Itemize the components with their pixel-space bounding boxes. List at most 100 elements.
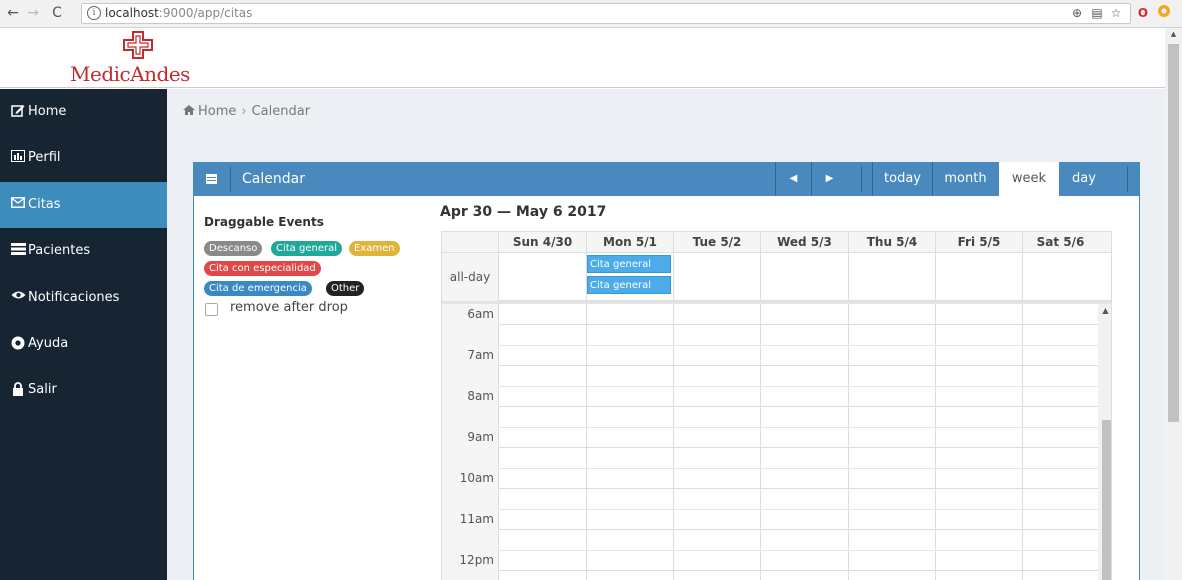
- info-icon[interactable]: i: [87, 6, 101, 20]
- grid-line: [498, 468, 1111, 469]
- eye-icon: [10, 290, 26, 304]
- brand-name[interactable]: MedicAndes: [70, 62, 190, 86]
- zoom-icon[interactable]: ⊕: [1068, 4, 1086, 22]
- breadcrumb-separator: ›: [241, 104, 247, 119]
- day-header[interactable]: Tue 5/2: [673, 232, 760, 253]
- bar-chart-icon: [10, 150, 26, 164]
- sidebar-item-home[interactable]: Home: [0, 89, 167, 135]
- draggable-event-cita-de-emergencia[interactable]: Cita de emergencia: [204, 281, 312, 296]
- draggable-event-cita-general[interactable]: Cita general: [271, 241, 342, 256]
- week-grid: Sun 4/30 Mon 5/1 Tue 5/2 Wed 5/3 Thu 5/4…: [441, 231, 1112, 580]
- day-button[interactable]: day: [1059, 162, 1109, 196]
- sidebar-label-perfil: Perfil: [28, 150, 61, 165]
- day-header[interactable]: Sat 5/6: [1022, 232, 1098, 253]
- calendar-panel-header: Calendar ◀ ▶ today month week day: [194, 162, 1139, 196]
- time-label: 8am: [467, 389, 494, 403]
- prev-button[interactable]: ◀: [775, 162, 811, 196]
- sidebar-item-salir[interactable]: Salir: [0, 367, 167, 413]
- week-button[interactable]: week: [999, 162, 1059, 196]
- main-content: Home › Calendar Calendar ◀ ▶ today month w…: [167, 89, 1165, 580]
- home-icon: [183, 104, 195, 119]
- sidebar-item-perfil[interactable]: Perfil: [0, 135, 167, 181]
- grid-line: [498, 488, 1111, 489]
- sidebar-item-citas[interactable]: Citas: [0, 182, 167, 228]
- grid-line: [498, 447, 1111, 448]
- all-day-label: all-day: [442, 253, 498, 301]
- translate-icon[interactable]: ▤: [1088, 4, 1106, 22]
- sidebar-label-salir: Salir: [28, 382, 57, 397]
- bookmark-star-icon[interactable]: ☆: [1107, 4, 1125, 22]
- reload-icon[interactable]: C: [48, 4, 66, 22]
- medical-cross-logo-icon[interactable]: [122, 31, 154, 59]
- day-header[interactable]: Sun 4/30: [498, 232, 586, 253]
- next-button[interactable]: ▶: [811, 162, 847, 196]
- grid-line: [498, 386, 1111, 387]
- breadcrumb-current: Calendar: [251, 104, 311, 119]
- grid-line: [498, 570, 1111, 571]
- panel-title: Calendar: [242, 171, 305, 187]
- time-label: 12pm: [459, 553, 494, 567]
- draggable-event-descanso[interactable]: Descanso: [204, 241, 263, 256]
- calendar-range-title: Apr 30 — May 6 2017: [440, 204, 607, 220]
- breadcrumb: Home › Calendar: [183, 104, 310, 119]
- url-text: localhost:9000/app/citas: [105, 6, 252, 20]
- sidebar-item-pacientes[interactable]: Pacientes: [0, 228, 167, 274]
- sidebar-item-notificaciones[interactable]: Notificaciones: [0, 275, 167, 321]
- address-bar[interactable]: i localhost:9000/app/citas: [81, 3, 1131, 24]
- sidebar-label-citas: Citas: [28, 197, 61, 212]
- sidebar: Home Perfil Citas Pacientes Notificacion…: [0, 89, 167, 580]
- breadcrumb-home[interactable]: Home: [198, 104, 236, 119]
- extension-icon[interactable]: [1155, 4, 1173, 22]
- draggable-events-title: Draggable Events: [204, 215, 324, 229]
- all-day-event[interactable]: Cita general: [587, 255, 671, 273]
- day-header[interactable]: Fri 5/5: [935, 232, 1022, 253]
- all-day-divider: [442, 301, 1111, 304]
- draggable-event-other[interactable]: Other: [326, 281, 365, 296]
- draggable-event-cita-con-especialidad[interactable]: Cita con especialidad: [204, 261, 321, 276]
- grid-line: [498, 427, 1111, 428]
- all-day-event[interactable]: Cita general: [587, 276, 671, 294]
- time-label: 7am: [467, 348, 494, 362]
- sidebar-label-notificaciones: Notificaciones: [28, 290, 120, 305]
- life-ring-icon: [10, 336, 26, 350]
- grid-line: [498, 406, 1111, 407]
- grid-line: [498, 529, 1111, 530]
- day-header[interactable]: Mon 5/1: [586, 232, 673, 253]
- forward-icon[interactable]: →: [24, 4, 42, 22]
- page-scroll-up-icon[interactable]: ▲: [1165, 30, 1182, 42]
- time-label: 11am: [459, 512, 494, 526]
- scroll-up-icon[interactable]: ▲: [1099, 305, 1111, 317]
- time-label: 9am: [467, 430, 494, 444]
- day-header[interactable]: Thu 5/4: [848, 232, 935, 253]
- sidebar-label-ayuda: Ayuda: [28, 336, 69, 351]
- grid-line: [498, 365, 1111, 366]
- draggable-event-examen[interactable]: Examen: [349, 241, 400, 256]
- remove-after-drop-checkbox[interactable]: [205, 303, 218, 316]
- time-label: 6am: [467, 307, 494, 321]
- list-icon: [10, 243, 26, 257]
- url-path: :9000/app/citas: [158, 6, 253, 20]
- edit-icon: [10, 104, 26, 118]
- browser-toolbar: ← → C i localhost:9000/app/citas ⊕ ▤ ☆ O: [0, 0, 1182, 28]
- back-icon[interactable]: ←: [4, 4, 22, 22]
- header-divider: [861, 166, 862, 192]
- time-label: 10am: [459, 471, 494, 485]
- today-button[interactable]: today: [872, 162, 932, 196]
- grid-line: [498, 550, 1111, 551]
- calendar-scroll-thumb[interactable]: [1102, 420, 1111, 580]
- logo-header: MedicAndes: [0, 28, 1165, 88]
- sidebar-label-pacientes: Pacientes: [28, 243, 91, 258]
- month-button[interactable]: month: [932, 162, 998, 196]
- calendar-panel: Calendar ◀ ▶ today month week day Dragga…: [193, 162, 1140, 580]
- sidebar-item-ayuda[interactable]: Ayuda: [0, 321, 167, 367]
- url-host: localhost: [105, 6, 159, 20]
- header-divider: [1127, 166, 1128, 192]
- grid-line: [498, 345, 1111, 346]
- page-scroll-thumb[interactable]: [1168, 44, 1179, 422]
- lock-icon: [10, 382, 26, 396]
- calendar-icon: [206, 174, 217, 184]
- day-header[interactable]: Wed 5/3: [760, 232, 848, 253]
- envelope-icon: [10, 197, 26, 211]
- opera-icon[interactable]: O: [1134, 4, 1152, 22]
- header-divider: [230, 166, 231, 192]
